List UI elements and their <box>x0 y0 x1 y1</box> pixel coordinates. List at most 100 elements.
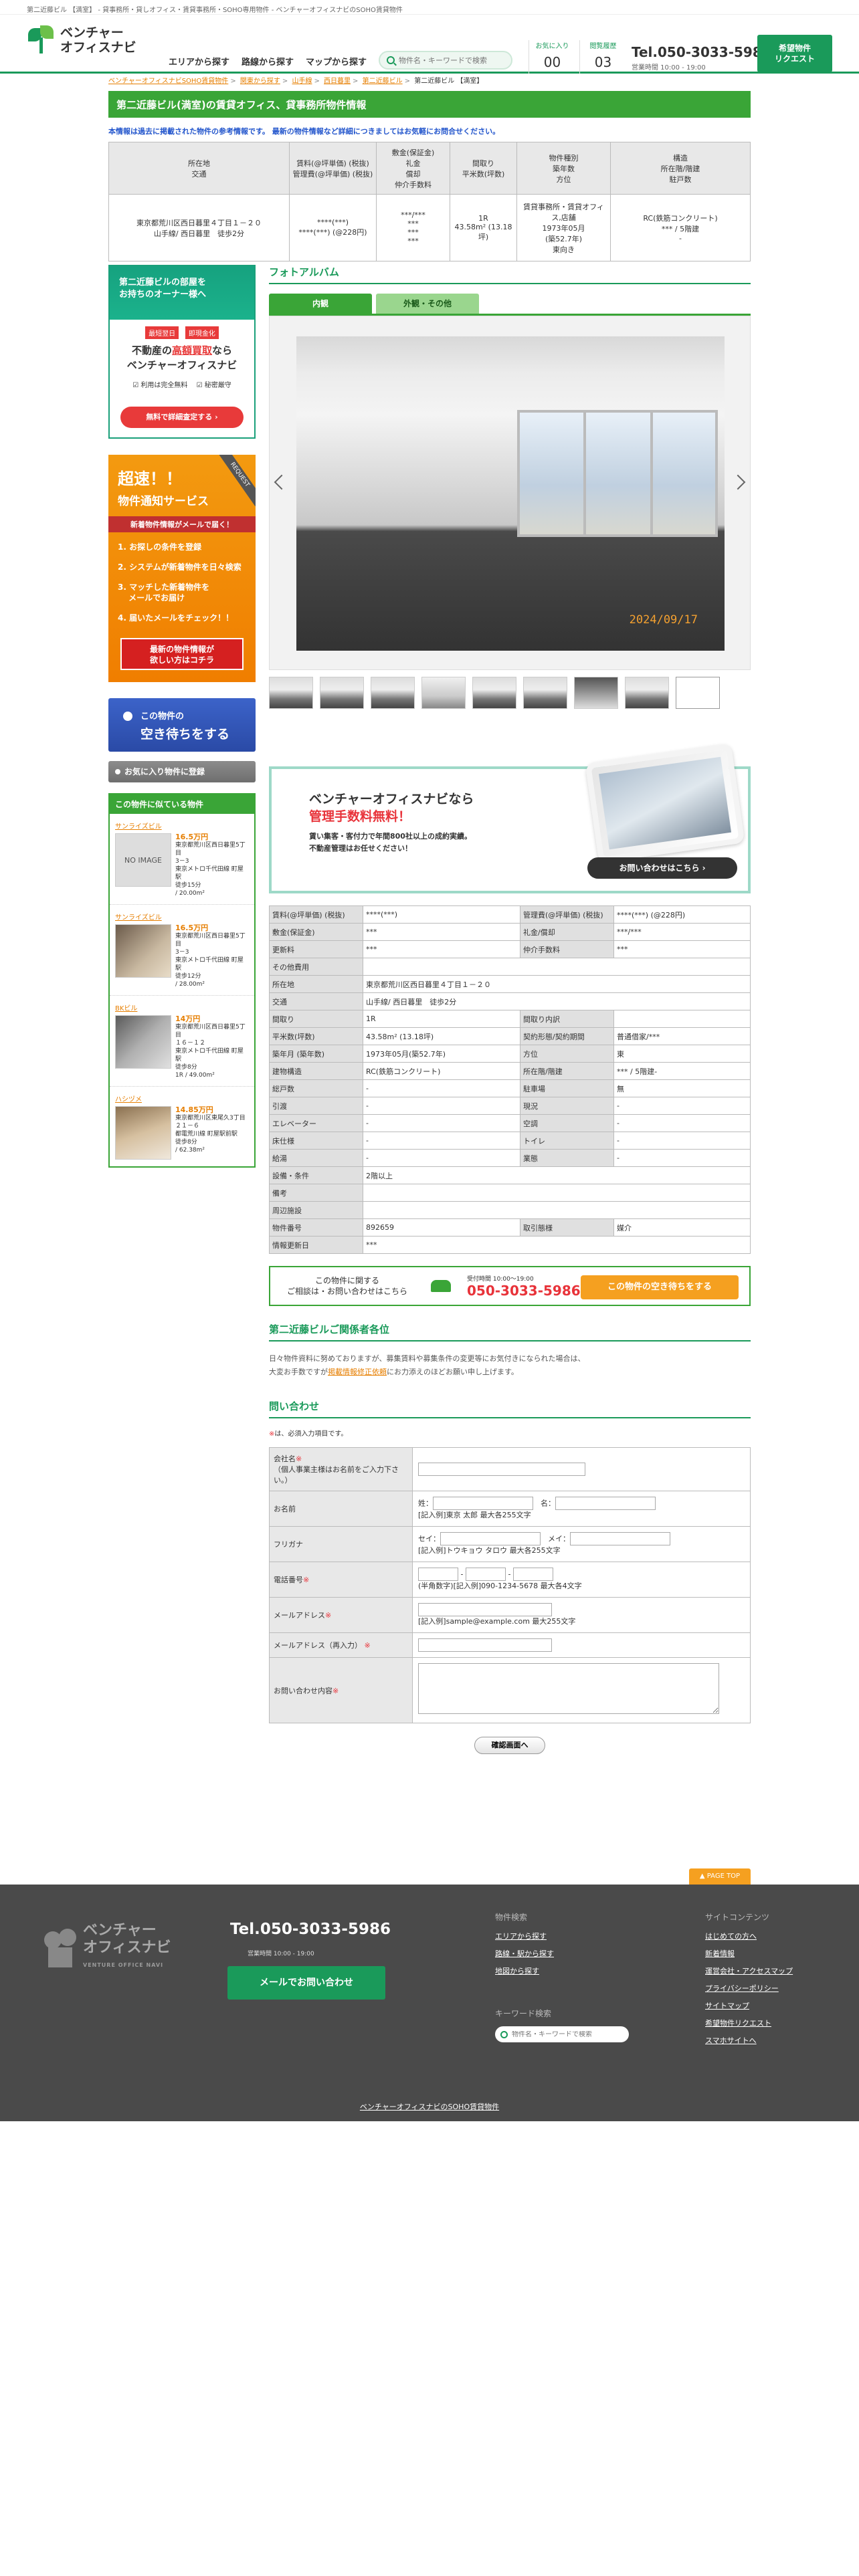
similar-photo[interactable] <box>115 1015 171 1069</box>
header-tel-number[interactable]: Tel.050-3033-5986 <box>632 44 771 60</box>
thumbnail[interactable] <box>574 677 618 709</box>
owner-tag: 即現金化 <box>185 326 219 339</box>
footer-link[interactable]: サイトマップ <box>705 2000 793 2011</box>
breadcrumb-kanto[interactable]: 関東から探す <box>240 78 280 85</box>
confirm-button[interactable]: 確認画面へ <box>474 1737 545 1754</box>
table-row: 床仕様 - トイレ - <box>269 1132 751 1150</box>
phone-input-2[interactable] <box>465 1568 506 1581</box>
thumbnail[interactable] <box>421 677 466 709</box>
main-photo[interactable]: 2024/09/17 <box>296 336 725 651</box>
breadcrumb-building[interactable]: 第二近藤ビル <box>363 78 403 85</box>
wait-vacancy-button[interactable]: この物件の 空き待ちをする <box>108 698 256 752</box>
thumbnail[interactable] <box>371 677 415 709</box>
chevron-left-icon[interactable] <box>274 474 290 490</box>
footer-logo[interactable]: ベンチャー オフィスナビ VENTURE OFFICE NAVI <box>41 1922 171 1974</box>
contact-tel[interactable]: 050-3033-5986 <box>467 1283 581 1299</box>
phone-icon <box>431 1280 451 1292</box>
kana-label: フリガナ <box>274 1540 303 1549</box>
phone-input-1[interactable] <box>418 1568 458 1581</box>
list-item[interactable]: サンライズビル NO IMAGE 16.5万円 東京都荒川区西日暮里5丁目 3－3… <box>110 814 254 905</box>
similar-name[interactable]: ハシヅメ <box>115 1093 249 1103</box>
favorites-counter[interactable]: お気に入り 00 <box>529 40 575 74</box>
search-icon[interactable] <box>387 56 395 64</box>
footer-tel[interactable]: Tel.050-3033-5986 <box>230 1921 391 1938</box>
contact-wait-button[interactable]: この物件の空き待ちをする <box>581 1275 739 1299</box>
footer-link[interactable]: スマホサイトへ <box>705 2035 793 2046</box>
footer-link[interactable]: 新着情報 <box>705 1948 793 1959</box>
notify-h2: 物件通知サービス <box>118 495 209 508</box>
thumbnail[interactable] <box>625 677 669 709</box>
list-item[interactable]: ハシヅメ 14.85万円 東京都荒川区東尾久3丁目 ２１－６ 都電荒川線 町屋駅前… <box>110 1087 254 1166</box>
nav-line[interactable]: 路線から探す <box>242 55 294 68</box>
list-item[interactable]: サンライズビル 16.5万円 東京都荒川区西日暮里5丁目 3－3 東京メトロ千代田… <box>110 905 254 996</box>
footer-link[interactable]: 希望物件リクエスト <box>705 2018 793 2028</box>
thumbnail[interactable] <box>269 677 313 709</box>
table-row: 賃料(@坪単価) (税抜) ****(***) 管理費(@坪単価) (税抜) ****… <box>269 905 751 924</box>
breadcrumb-station[interactable]: 西日暮里 <box>324 78 351 85</box>
owner-buyback-banner[interactable]: 第二近藤ビルの部屋を お持ちのオーナー様へ 最短翌日 即現金化 不動産の高額買取… <box>108 265 256 439</box>
history-counter[interactable]: 閲覧履歴 03 <box>579 40 626 74</box>
similar-name[interactable]: サンライズビル <box>115 821 249 831</box>
thumbnail[interactable] <box>523 677 567 709</box>
similar-photo[interactable]: NO IMAGE <box>115 833 171 887</box>
mgmt-contact-button[interactable]: お問い合わせはこちら › <box>587 857 737 879</box>
management-fee-banner[interactable]: ベンチャーオフィスナビなら 管理手数料無料！ 賃い集客・客付力で年間800社以上… <box>269 743 751 893</box>
owner-appraisal-button[interactable]: 無料で詳細査定する › <box>120 407 244 428</box>
table-row: 物件番号 892659 取引態様 媒介 <box>269 1218 751 1237</box>
table-row: 築年月 (築年数) 1973年05月(築52.7年) 方位東 <box>269 1045 751 1063</box>
email-example: [記入例]sample@example.com 最大255文字 <box>418 1617 576 1626</box>
thumbnail[interactable] <box>320 677 364 709</box>
notify-cta-button[interactable]: 最新の物件情報が 欲しい方はコチラ <box>120 638 244 670</box>
email-confirm-input[interactable] <box>418 1638 552 1652</box>
owner-line2: お持ちのオーナー様へ <box>119 290 207 300</box>
related-line: 日々物件資料に努めておりますが、募集賃料や募集条件の変更等にお気付きになられた場… <box>269 1354 585 1363</box>
similar-info: 東京都荒川区西日暮里5丁目 3－3 東京メトロ千代田線 町屋駅 徒歩12分 / … <box>175 933 246 988</box>
footer-search-input[interactable] <box>512 2030 612 2038</box>
breadcrumb-home[interactable]: ベンチャーオフィスナビSOHO賃貸物件 <box>108 78 228 85</box>
photo-thumbnails <box>269 677 751 709</box>
message-textarea[interactable] <box>418 1663 719 1714</box>
nav-area[interactable]: エリアから探す <box>169 55 229 68</box>
detail-value: 1973年05月(築52.7年) <box>363 1045 520 1063</box>
last-name-input[interactable] <box>433 1497 533 1510</box>
footer-copyright[interactable]: ベンチャーオフィスナビのSOHO賃貸物件 <box>0 2101 859 2112</box>
chevron-right-icon[interactable] <box>730 474 746 490</box>
header-search-input[interactable] <box>399 56 499 65</box>
tab-interior[interactable]: 内観 <box>269 294 372 314</box>
email-input[interactable] <box>418 1603 552 1616</box>
similar-photo[interactable] <box>115 1106 171 1160</box>
search-icon[interactable] <box>500 2030 508 2038</box>
footer-link[interactable]: 路線・駅から探す <box>495 1948 554 1959</box>
footer-mail-button[interactable]: メールでお問い合わせ <box>227 1966 385 2000</box>
similar-photo[interactable] <box>115 924 171 978</box>
correction-request-link[interactable]: 掲載情報修正依頼 <box>328 1368 387 1376</box>
add-favorite-button[interactable]: お気に入り物件に登録 <box>108 761 256 782</box>
footer-link[interactable]: エリアから探す <box>495 1931 554 1941</box>
table-row: 総戸数 - 駐車場無 <box>269 1079 751 1097</box>
table-row: 情報更新日 *** <box>269 1236 751 1254</box>
past-listing-notice: 本情報は過去に掲載された物件の参考情報です。 最新の物件情報など詳細につきまして… <box>108 127 500 136</box>
thumbnail[interactable] <box>472 677 516 709</box>
nav-map[interactable]: マップから探す <box>306 55 367 68</box>
footer-link[interactable]: プライバシーポリシー <box>705 1983 793 1994</box>
page-top-button[interactable]: ▲ PAGE TOP <box>689 1868 751 1885</box>
request-button[interactable]: 希望物件 リクエスト <box>757 35 832 72</box>
thumbnail[interactable] <box>676 677 720 709</box>
similar-name[interactable]: BKビル <box>115 1002 249 1012</box>
footer-link[interactable]: はじめての方へ <box>705 1931 793 1941</box>
list-item[interactable]: BKビル 14万円 東京都荒川区西日暮里5丁目 １６－１２ 東京メトロ千代田線 町… <box>110 996 254 1087</box>
notify-service-banner[interactable]: REQUEST 超速！！ 物件通知サービス 新着物件情報がメールで届く！ 1. … <box>108 455 256 682</box>
footer-link[interactable]: 運営会社・アクセスマップ <box>705 1965 793 1976</box>
phone-input-3[interactable] <box>512 1568 553 1581</box>
tab-exterior[interactable]: 外観・その他 <box>376 294 479 314</box>
first-name-input[interactable] <box>555 1497 656 1510</box>
company-input[interactable] <box>418 1463 585 1476</box>
footer-link[interactable]: 地図から探す <box>495 1965 554 1976</box>
last-name-kana-input[interactable] <box>440 1532 541 1545</box>
breadcrumb-line[interactable]: 山手線 <box>292 78 312 85</box>
first-name-kana-input[interactable] <box>570 1532 670 1545</box>
site-logo[interactable]: ベンチャー オフィスナビ <box>27 25 136 55</box>
detail-value: - <box>613 1097 751 1115</box>
similar-name[interactable]: サンライズビル <box>115 911 249 922</box>
inquiry-title: 問い合わせ <box>269 1399 751 1418</box>
